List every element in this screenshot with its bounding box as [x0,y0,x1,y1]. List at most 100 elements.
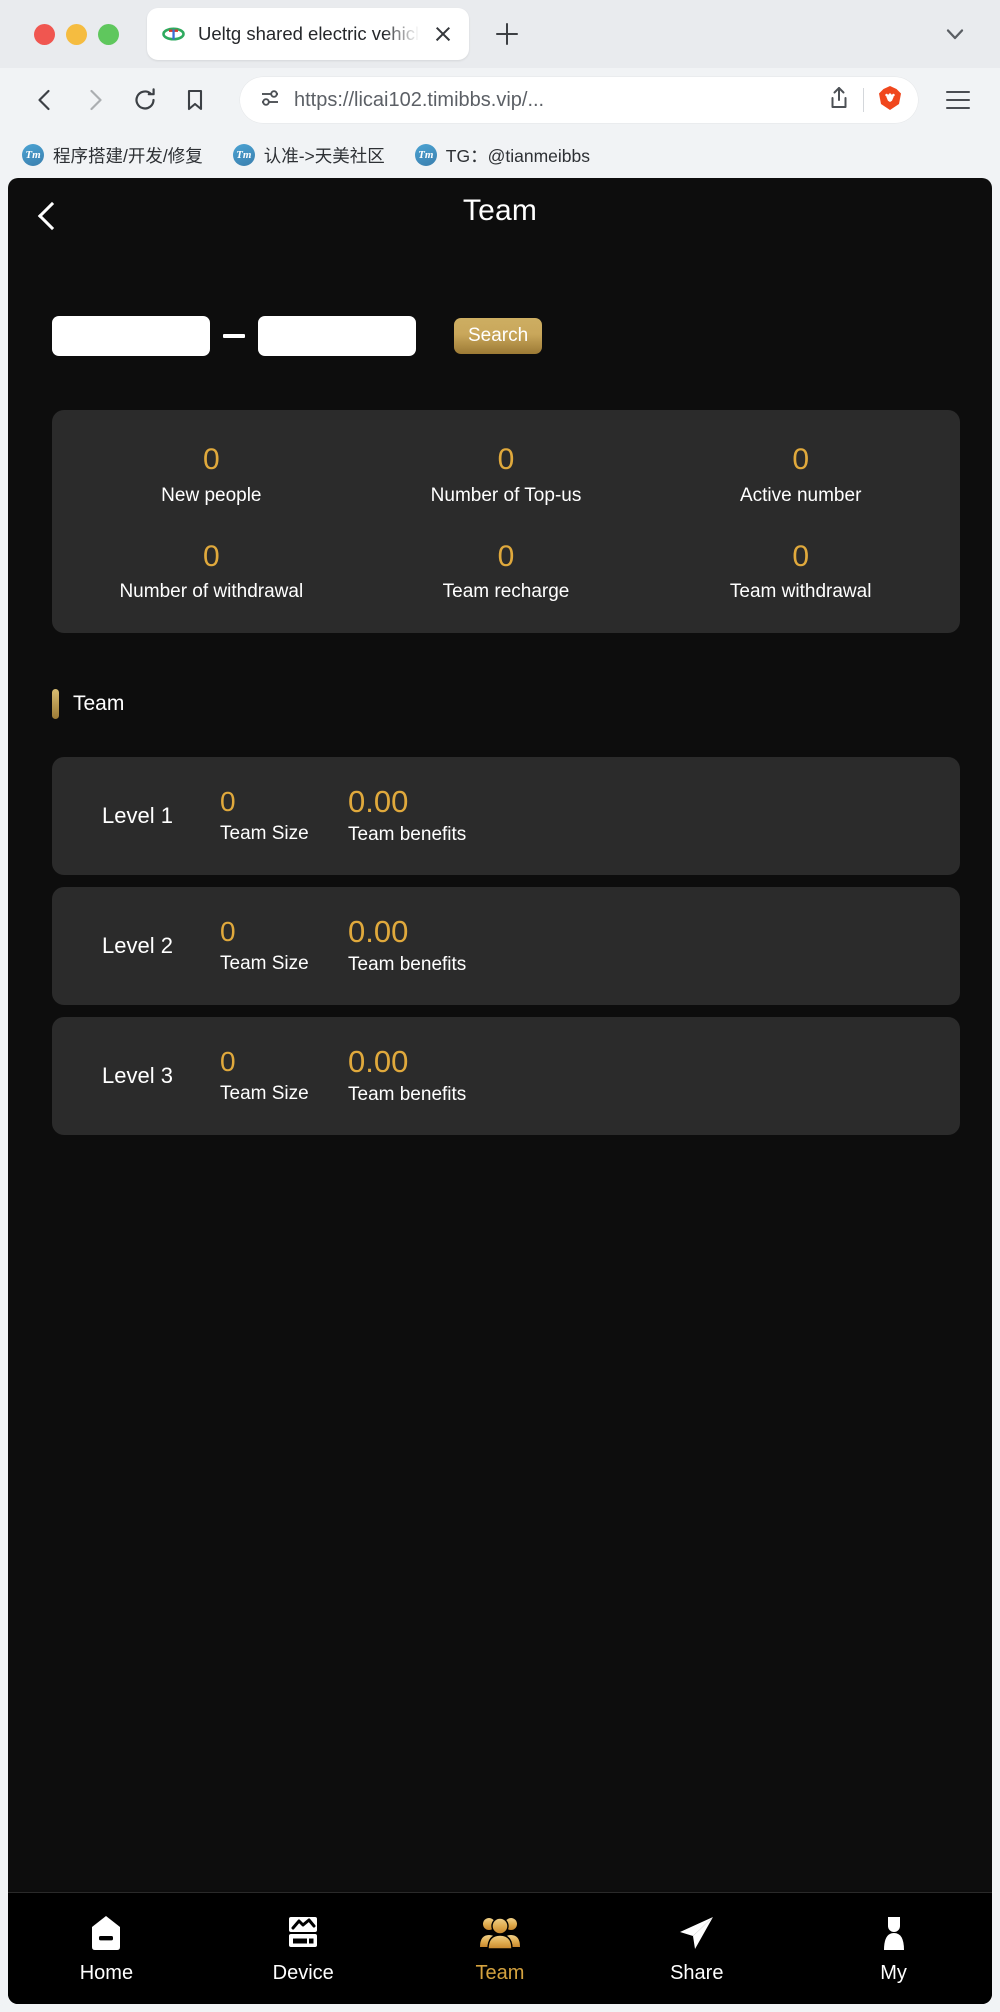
level-list: Level 1 0 Team Size 0.00 Team benefits L… [52,757,960,1135]
level-size-value: 0 [220,1046,236,1078]
brave-lion-icon[interactable] [876,84,904,117]
stat-value: 0 [497,539,515,573]
stats-row: 0 Number of withdrawal 0 Team recharge 0… [64,539,948,604]
level-team-benefits: 0.00 Team benefits [348,913,466,977]
share-icon [676,1913,718,1953]
level-team-benefits: 0.00 Team benefits [348,783,467,847]
start-date-input[interactable] [52,316,210,356]
stat-label: Active number [739,484,862,506]
page-viewport: Team Search 0 New people 0 Number of Top… [8,178,992,2004]
stat-team-recharge: 0 Team recharge [359,539,654,604]
stat-label: Number of withdrawal [119,581,304,602]
level-name: Level 3 [102,1063,173,1088]
url-text: https://licai102.timibbs.vip/... [294,88,545,111]
tab-label: My [880,1961,907,1984]
stat-value: 0 [202,539,220,573]
site-settings-icon[interactable] [258,86,282,115]
bookmark-item[interactable]: Tm 程序搭建/开发/修复 [22,143,203,168]
toolbar-divider [863,88,864,112]
page-content: Search 0 New people 0 Number of Top-us 0… [8,256,992,1892]
stat-label: New people [161,484,262,506]
level-size-label: Team Size [220,822,309,844]
level-benefit-label: Team benefits [348,1084,467,1106]
stat-team-withdrawal: 0 Team withdrawal [653,539,948,604]
section-title: Team [73,692,125,715]
tab-label: Team [475,1961,525,1984]
level-size-label: Team Size [220,1082,309,1104]
stat-value: 0 [792,539,810,573]
tab-label: Home [79,1961,134,1984]
level-size-value: 0 [220,786,236,818]
tab-share[interactable]: Share [598,1913,795,1985]
stat-label: Team withdrawal [729,581,872,602]
home-icon [85,1913,127,1953]
bookmark-item[interactable]: Tm 认准->天美社区 [232,143,385,168]
bookmark-icon[interactable] [172,77,218,123]
stat-new-people: 0 New people [64,444,359,507]
person-icon [874,1913,914,1953]
level-benefit-value: 0.00 [348,1043,409,1079]
tab-label: Device [272,1961,334,1984]
navigation-toolbar: https://licai102.timibbs.vip/... [0,68,1000,132]
level-size-label: Team Size [220,952,309,974]
reload-icon[interactable] [122,77,168,123]
share-icon[interactable] [827,85,851,116]
app-header: Team [8,178,992,256]
level-card[interactable]: Level 2 0 Team Size 0.00 Team benefits [52,887,960,1005]
bookmarks-bar: Tm 程序搭建/开发/修复 Tm 认准->天美社区 Tm TG：@tianmei… [0,132,1000,178]
tab-my[interactable]: My [795,1913,992,1985]
level-benefit-value: 0.00 [348,913,409,949]
tab-device[interactable]: Device [205,1913,402,1985]
forward-icon[interactable] [72,77,118,123]
level-team-benefits: 0.00 Team benefits [348,1043,467,1107]
level-size-value: 0 [220,916,236,948]
stat-number-of-top-ups: 0 Number of Top-us [359,444,654,507]
stat-value: 0 [792,443,810,476]
chevron-down-icon[interactable] [938,17,972,51]
team-icon [478,1913,522,1953]
bookmark-favicon: Tm [22,144,44,166]
close-window-button[interactable] [34,23,55,45]
window-controls [34,23,119,45]
stat-value: 0 [497,443,515,476]
level-team-size: 0 Team Size [220,787,348,844]
stat-value: 0 [202,443,220,476]
close-icon[interactable] [431,22,455,46]
maximize-window-button[interactable] [98,23,119,45]
search-button[interactable]: Search [454,318,543,354]
address-bar[interactable]: https://licai102.timibbs.vip/... [240,77,918,123]
tab-title: Ueltg shared electric vehicles [198,23,419,44]
level-card[interactable]: Level 3 0 Team Size 0.00 Team benefits [52,1017,960,1135]
bookmark-favicon: Tm [232,144,255,166]
browser-tab[interactable]: Ueltg shared electric vehicles [147,8,469,60]
bookmark-item[interactable]: Tm TG：@tianmeibbs [414,143,590,168]
tab-strip: Ueltg shared electric vehicles [0,0,1000,68]
section-accent-bar [52,689,59,719]
bottom-navigation: Home Device Team Share My [8,1892,992,2004]
stat-label: Number of Top-us [430,484,582,506]
section-header: Team [52,689,992,719]
level-card[interactable]: Level 1 0 Team Size 0.00 Team benefits [52,757,960,875]
browser-menu-icon[interactable] [938,80,978,120]
bookmark-label: 认准->天美社区 [263,145,385,166]
level-team-size: 0 Team Size [220,917,348,974]
end-date-input[interactable] [258,316,416,356]
level-benefit-value: 0.00 [348,783,409,819]
level-benefit-label: Team benefits [348,824,467,846]
level-team-size: 0 Team Size [220,1047,348,1104]
bookmark-favicon: Tm [414,144,437,166]
minimize-window-button[interactable] [66,23,87,45]
browser-window: Ueltg shared electric vehicles https://l… [0,0,1000,2012]
bookmark-label: TG：@tianmeibbs [445,145,590,166]
bookmark-label: 程序搭建/开发/修复 [53,145,203,166]
search-filter-row: Search [8,256,992,356]
tab-home[interactable]: Home [8,1913,205,1985]
level-name: Level 2 [102,933,173,958]
tab-team[interactable]: Team [402,1913,599,1985]
back-icon[interactable] [22,77,68,123]
level-name: Level 1 [102,803,173,828]
device-icon [283,1913,323,1953]
tab-label: Share [670,1961,724,1984]
new-tab-button[interactable] [487,14,527,54]
stat-number-of-withdrawal: 0 Number of withdrawal [64,539,359,604]
